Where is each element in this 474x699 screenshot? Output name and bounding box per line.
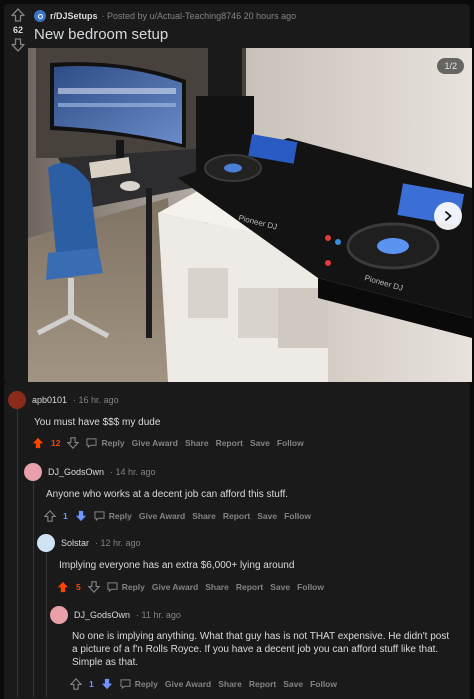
report-button[interactable]: Report <box>223 511 250 521</box>
comment-body: Implying everyone has an extra $6,000+ l… <box>59 560 295 571</box>
upvote-button[interactable] <box>57 581 69 593</box>
comment-body: No one is implying anything. What that g… <box>72 631 450 668</box>
give-award-button[interactable]: Give Award <box>165 679 211 689</box>
downvote-icon <box>87 581 100 593</box>
comment-author[interactable]: apb0101 <box>32 395 67 405</box>
upvote-icon[interactable] <box>11 8 25 22</box>
downvote-icon <box>101 678 112 690</box>
post-meta: r/DJSetups · Posted by u/Actual-Teaching… <box>34 10 296 22</box>
save-button[interactable]: Save <box>250 438 270 448</box>
subreddit-icon[interactable] <box>34 10 46 22</box>
comment-time: · 11 hr. ago <box>136 610 181 620</box>
vote-count: 5 <box>76 582 81 592</box>
upvote-button[interactable] <box>70 678 82 690</box>
upvote-button[interactable] <box>32 437 44 449</box>
give-award-button[interactable]: Give Award <box>132 438 178 448</box>
thread-line[interactable] <box>17 407 18 697</box>
comment-author[interactable]: Solstar <box>61 538 89 548</box>
follow-button[interactable]: Follow <box>297 582 324 592</box>
downvote-icon <box>67 437 80 449</box>
upvote-icon <box>32 437 44 449</box>
downvote-icon <box>75 510 86 522</box>
follow-button[interactable]: Follow <box>310 679 337 689</box>
comment-bubble-icon <box>94 511 105 521</box>
comment-actions: 5 Reply Give Award Share Report Save Fol… <box>57 581 465 593</box>
follow-button[interactable]: Follow <box>277 438 304 448</box>
vote-count: 12 <box>51 438 61 448</box>
follow-button[interactable]: Follow <box>284 511 311 521</box>
comment-actions: 12 Reply Give Award Share Report Save Fo… <box>32 437 468 449</box>
share-button[interactable]: Share <box>205 582 229 592</box>
upvote-icon <box>70 678 82 690</box>
report-button[interactable]: Report <box>236 582 263 592</box>
comment-bubble-icon <box>120 679 131 689</box>
post-card: 62 r/DJSetups · Posted by u/Actual-Teach… <box>4 4 472 383</box>
comment-actions: 1 Reply Give Award Share Report Save Fol… <box>70 678 462 690</box>
post-title[interactable]: New bedroom setup <box>34 26 168 43</box>
vote-count: 1 <box>89 679 94 689</box>
reply-button[interactable]: Reply <box>120 679 158 689</box>
comment: DJ_GodsOwn · 14 hr. ago Anyone who works… <box>24 463 464 522</box>
comment-time: · 12 hr. ago <box>95 538 141 548</box>
posted-by: · Posted by u/Actual-Teaching8746 20 hou… <box>101 11 297 21</box>
give-award-button[interactable]: Give Award <box>152 582 198 592</box>
downvote-button[interactable] <box>87 581 100 593</box>
save-button[interactable]: Save <box>283 679 303 689</box>
comment-actions: 1 Reply Give Award Share Report Save Fol… <box>44 510 464 522</box>
gallery-counter: 1/2 <box>437 58 464 74</box>
chevron-right-icon <box>445 211 452 221</box>
comments-section: apb0101 · 16 hr. ago You must have $$$ m… <box>4 383 470 699</box>
report-button[interactable]: Report <box>216 438 243 448</box>
comment-body: Anyone who works at a decent job can aff… <box>46 489 288 500</box>
vote-count: 1 <box>63 511 68 521</box>
gallery-next-button[interactable] <box>434 202 462 230</box>
reply-button[interactable]: Reply <box>94 511 132 521</box>
downvote-button[interactable] <box>67 437 80 449</box>
comment-time: · 16 hr. ago <box>73 395 119 405</box>
reply-button[interactable]: Reply <box>107 582 145 592</box>
avatar[interactable] <box>24 463 42 481</box>
upvote-icon <box>44 510 56 522</box>
share-button[interactable]: Share <box>192 511 216 521</box>
avatar[interactable] <box>8 391 26 409</box>
comment: Solstar · 12 hr. ago Implying everyone h… <box>37 534 465 593</box>
share-button[interactable]: Share <box>218 679 242 689</box>
post-score: 62 <box>12 25 23 35</box>
post-vote-column: 62 <box>4 4 32 52</box>
downvote-button[interactable] <box>75 510 87 522</box>
comment: DJ_GodsOwn · 11 hr. ago No one is implyi… <box>50 606 462 690</box>
comment-author[interactable]: DJ_GodsOwn <box>74 610 130 620</box>
upvote-button[interactable] <box>44 510 56 522</box>
comment: apb0101 · 16 hr. ago You must have $$$ m… <box>8 391 468 449</box>
comment-bubble-icon <box>107 582 118 592</box>
avatar[interactable] <box>37 534 55 552</box>
comment-bubble-icon <box>86 438 98 448</box>
comment-body: You must have $$$ my dude <box>34 417 161 428</box>
downvote-icon[interactable] <box>11 38 25 52</box>
post-image-gallery[interactable]: Pioneer DJ Pioneer DJ 1/2 <box>28 48 472 382</box>
comment-author[interactable]: DJ_GodsOwn <box>48 467 104 477</box>
reply-button[interactable]: Reply <box>86 438 125 448</box>
avatar[interactable] <box>50 606 68 624</box>
downvote-button[interactable] <box>101 678 113 690</box>
upvote-icon <box>57 581 69 593</box>
report-button[interactable]: Report <box>249 679 276 689</box>
subreddit-link[interactable]: r/DJSetups <box>50 11 98 21</box>
save-button[interactable]: Save <box>257 511 277 521</box>
comment-time: · 14 hr. ago <box>110 467 156 477</box>
save-button[interactable]: Save <box>270 582 290 592</box>
share-button[interactable]: Share <box>185 438 209 448</box>
give-award-button[interactable]: Give Award <box>139 511 185 521</box>
dj-setup-photo: Pioneer DJ Pioneer DJ <box>28 48 472 382</box>
